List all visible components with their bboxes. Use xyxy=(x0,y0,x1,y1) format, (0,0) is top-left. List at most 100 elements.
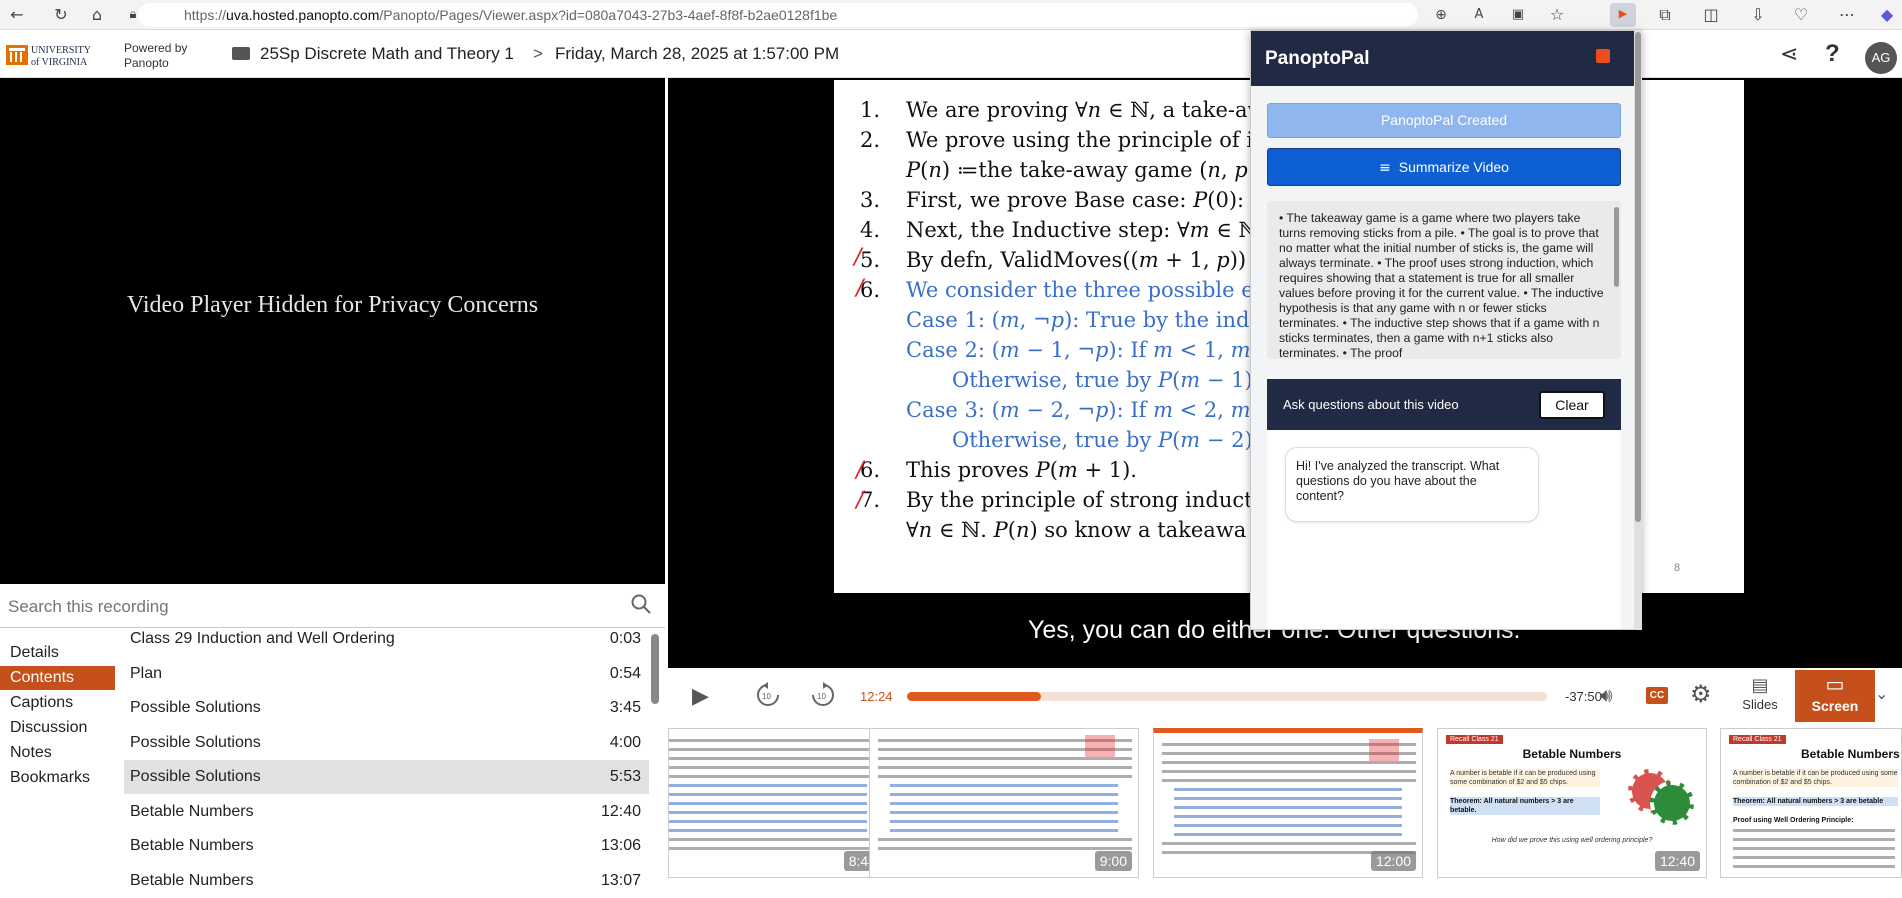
address-bar[interactable]: https://uva.hosted.panopto.com/Panopto/P… xyxy=(138,3,1418,27)
ask-panel: Ask questions about this video Clear Hi!… xyxy=(1267,379,1621,629)
back-icon[interactable]: ← xyxy=(6,4,28,26)
contents-item-time: 13:07 xyxy=(600,871,641,889)
contents-item-title: Betable Numbers xyxy=(130,802,254,820)
panel-scrollbar-thumb[interactable] xyxy=(1635,32,1641,522)
contents-item[interactable]: Betable Numbers 12:40 xyxy=(124,795,649,829)
captions-button[interactable]: CC xyxy=(1646,687,1668,704)
contents-item-title: Possible Solutions xyxy=(130,733,261,751)
share-icon[interactable]: ⋖ xyxy=(1780,42,1798,67)
slides-button[interactable]: ▤ Slides xyxy=(1735,675,1785,717)
search-icon[interactable] xyxy=(630,593,652,615)
copilot-icon[interactable]: ◆ xyxy=(1876,4,1898,26)
slide-line: By defn, ValidMoves((𝑚 + 1, 𝑝)) xyxy=(906,248,1247,272)
contents-item[interactable]: Possible Solutions 4:00 xyxy=(124,726,649,760)
rewind-10-icon[interactable]: 10 xyxy=(755,682,781,708)
browser-essentials-icon[interactable]: ♡ xyxy=(1790,4,1812,26)
summarize-video-button[interactable]: ≡ Summarize Video xyxy=(1267,148,1621,186)
split-screen-icon[interactable]: ◫ xyxy=(1700,4,1722,26)
university-logo[interactable]: UNIVERSITY of VIRGINIA xyxy=(6,42,110,68)
svg-text:10: 10 xyxy=(817,692,826,701)
slide-line-number: 3. xyxy=(860,188,881,212)
contents-item-time: 5:53 xyxy=(609,768,641,785)
thumbnail-text-line xyxy=(669,802,867,805)
thumbnail-text-line xyxy=(1733,829,1895,832)
thumbnail-definition: A number is betable if it can be produce… xyxy=(1450,769,1600,787)
lock-icon[interactable]: 🔒︎ xyxy=(122,4,144,26)
slides-label: Slides xyxy=(1742,697,1778,712)
play-icon[interactable]: ▶ xyxy=(692,684,709,709)
contents-item-title: Betable Numbers xyxy=(130,871,254,889)
folder-icon[interactable] xyxy=(232,47,250,60)
progress-fill xyxy=(907,692,1042,701)
slide-line: Next, the Inductive step: ∀𝑚 ∈ ℕ xyxy=(906,218,1258,242)
clear-button[interactable]: Clear xyxy=(1539,391,1605,419)
thumbnail-text-line xyxy=(890,784,1118,787)
slide-thumbnail[interactable]: Recall Class 21 Betable Numbers A number i… xyxy=(1437,728,1707,878)
thumbnail-text-line xyxy=(669,811,867,814)
tab-contents[interactable]: Contents xyxy=(0,666,115,690)
tab-discussion[interactable]: Discussion xyxy=(0,716,115,740)
url-prefix: https:// xyxy=(184,7,227,23)
thumbnail-text-line xyxy=(890,829,1118,832)
thumbnail-text-line xyxy=(878,757,1132,760)
summarize-label: Summarize Video xyxy=(1398,159,1509,175)
contents-item-title: Plan xyxy=(130,664,163,682)
svg-text:of VIRGINIA: of VIRGINIA xyxy=(31,57,88,68)
settings-more-icon[interactable]: ⋯ xyxy=(1836,4,1858,26)
thumbnail-text-line xyxy=(890,793,1118,796)
thumbnail-theorem: Theorem: All natural numbers > 3 are bet… xyxy=(1450,797,1600,815)
contents-item[interactable]: Class 29 Induction and Well Ordering 0:03 xyxy=(124,622,649,656)
contents-item[interactable]: Betable Numbers 13:07 xyxy=(124,864,649,898)
tab-bookmarks[interactable]: Bookmarks xyxy=(0,766,115,790)
settings-gear-icon[interactable]: ⚙ xyxy=(1690,680,1712,708)
slide-page-number: 8 xyxy=(1674,562,1681,574)
slide-thumbnail[interactable]: 9:00 xyxy=(869,728,1139,878)
thumbnail-text-line xyxy=(878,838,1132,841)
thumbnail-text-line xyxy=(1162,770,1416,773)
slide-thumbnail[interactable]: 8:44 xyxy=(668,728,888,878)
thumbnail-text-line xyxy=(669,847,881,850)
contents-item[interactable]: Plan 0:54 xyxy=(124,657,649,691)
reload-icon[interactable]: ↻ xyxy=(50,4,72,26)
panoptopal-toggle-icon[interactable] xyxy=(1596,49,1610,63)
search-input[interactable] xyxy=(8,595,608,619)
help-icon[interactable]: ? xyxy=(1825,40,1840,68)
current-time: 12:24 xyxy=(860,689,893,704)
tab-notes[interactable]: Notes xyxy=(0,741,115,765)
thumbnail-recall-tag: Recall Class 21 xyxy=(1446,735,1503,744)
slide-thumbnail[interactable]: 12:00 xyxy=(1153,728,1423,878)
home-icon[interactable]: ⌂ xyxy=(86,4,108,26)
contents-item-title: Betable Numbers xyxy=(130,837,254,854)
contents-item-time: 0:03 xyxy=(609,630,641,647)
thumbnail-text-line xyxy=(1174,797,1402,800)
screen-button[interactable]: ▭ Screen xyxy=(1795,670,1875,722)
panoptopal-created-button[interactable]: PanoptoPal Created xyxy=(1267,103,1621,138)
avatar[interactable]: AG xyxy=(1865,42,1897,74)
contents-item[interactable]: Betable Numbers 13:06 xyxy=(124,829,649,863)
progress-bar[interactable] xyxy=(907,692,1547,701)
downloads-icon[interactable]: ⇩ xyxy=(1747,4,1769,26)
contents-item[interactable]: Possible Solutions 5:53 xyxy=(124,760,649,794)
favorite-icon[interactable]: ☆ xyxy=(1546,4,1568,26)
tab-captions[interactable]: Captions xyxy=(0,691,115,715)
course-breadcrumb[interactable]: 25Sp Discrete Math and Theory 1 xyxy=(260,44,514,64)
slide-thumbnail[interactable]: Recall Class 21 Betable Numbers A number i… xyxy=(1720,728,1902,878)
secondary-video-player[interactable]: Video Player Hidden for Privacy Concerns xyxy=(0,78,665,584)
contents-item[interactable]: Possible Solutions 3:45 xyxy=(124,691,649,725)
app-available-icon[interactable]: ▣ xyxy=(1507,4,1529,26)
zoom-icon[interactable]: ⊕ xyxy=(1430,4,1452,26)
read-aloud-icon[interactable]: A xyxy=(1468,4,1490,26)
chevron-down-icon[interactable]: ⌄ xyxy=(1875,684,1888,703)
contents-scrollbar[interactable] xyxy=(651,634,659,704)
panoptopal-extension-icon[interactable]: ▶ xyxy=(1610,3,1636,27)
thumbnail-text-line xyxy=(669,739,881,742)
forward-10-icon[interactable]: 10 xyxy=(810,682,836,708)
tab-details[interactable]: Details xyxy=(0,641,115,665)
thumbnail-text-line xyxy=(1174,815,1402,818)
slide-line: First, we prove Base case: 𝑃(0): B xyxy=(906,188,1267,212)
summary-scrollbar[interactable] xyxy=(1614,207,1619,287)
volume-icon[interactable]: 🔊︎ xyxy=(1600,683,1613,707)
extensions-icon[interactable]: ⧉ xyxy=(1654,4,1676,26)
thumbnail-definition: A number is betable if it can be produce… xyxy=(1733,769,1898,787)
panoptopal-header: PanoptoPal xyxy=(1251,31,1641,86)
